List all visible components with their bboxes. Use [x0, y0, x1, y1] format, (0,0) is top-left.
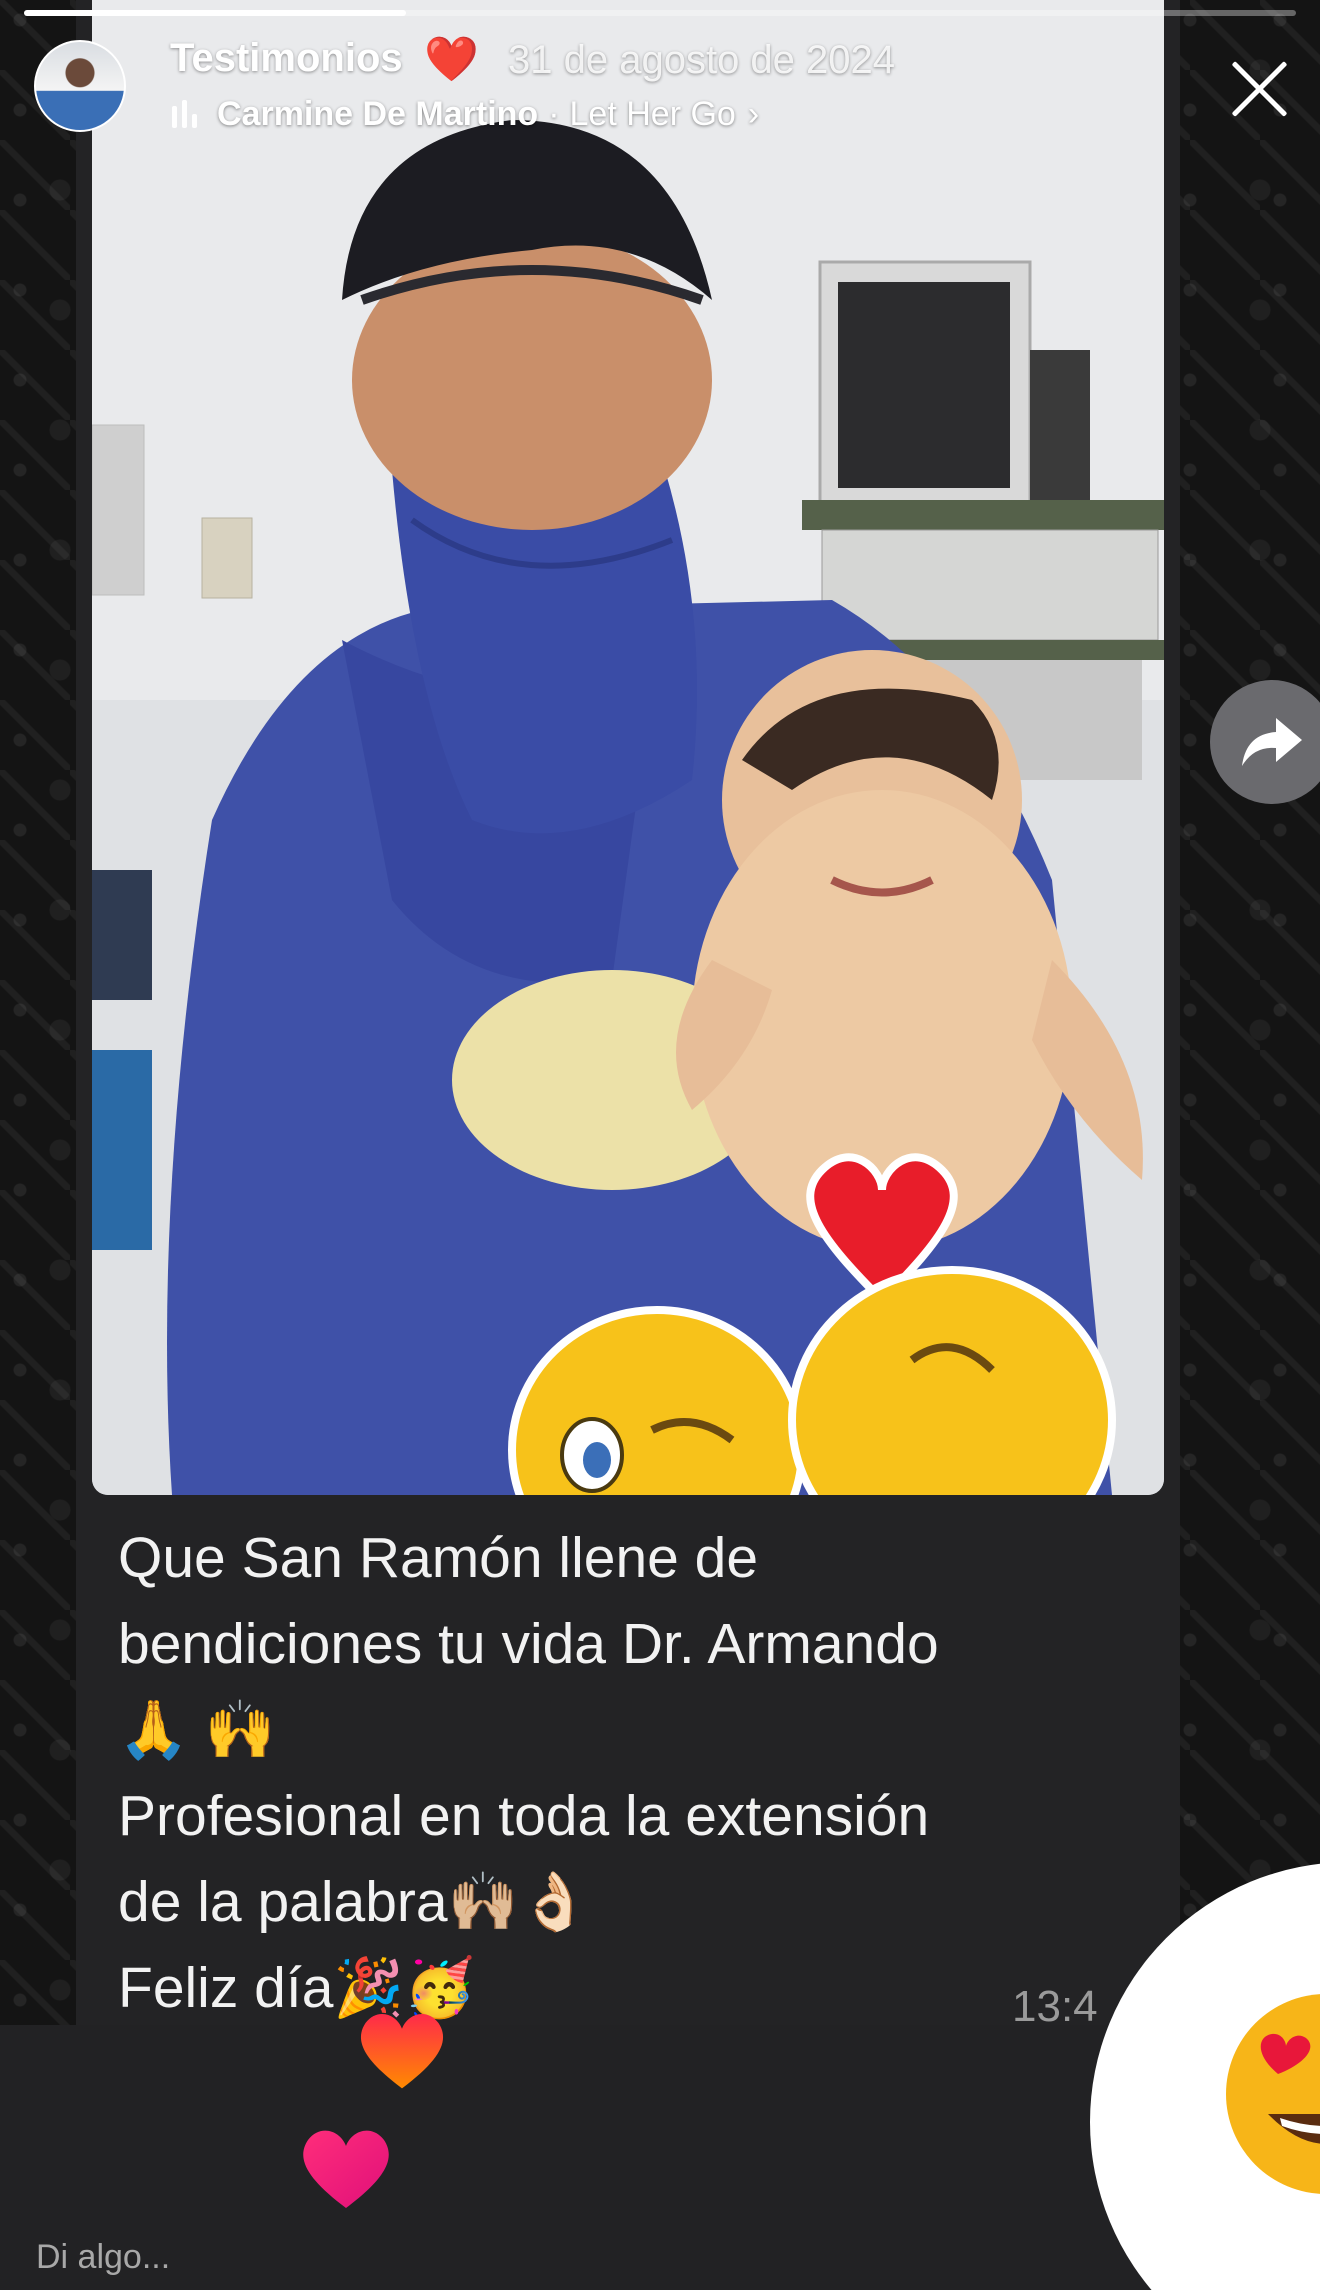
- story-viewer: Que San Ramón llene de bendiciones tu vi…: [0, 0, 1320, 2290]
- reply-input[interactable]: Di algo...: [36, 2238, 170, 2277]
- message-line: de la palabra🙌🏼👌🏻: [118, 1870, 590, 1934]
- message-line: Profesional en toda la extensión: [118, 1784, 930, 1848]
- story-progress-fill: [24, 10, 406, 16]
- message-text: Que San Ramón llene de bendiciones tu vi…: [118, 1515, 1118, 2031]
- story-date: 31 de agosto de 2024: [508, 38, 896, 82]
- story-progress-bar: [24, 10, 1296, 16]
- share-arrow-icon: [1242, 718, 1302, 766]
- message-photo[interactable]: [92, 0, 1164, 1495]
- chevron-right-icon: ›: [747, 94, 760, 133]
- heart-emoji: ❤️: [424, 35, 479, 84]
- message-line: bendiciones tu vida Dr. Armando: [118, 1612, 939, 1676]
- story-title[interactable]: Testimonios: [170, 36, 403, 81]
- music-attribution[interactable]: Carmine De Martino · Let Her Go ›: [172, 92, 759, 136]
- music-separator: ·: [548, 94, 560, 133]
- close-button[interactable]: [1224, 54, 1294, 124]
- avatar[interactable]: [34, 40, 126, 132]
- music-song: Let Her Go: [569, 94, 736, 133]
- floating-heart-icon: [360, 2014, 444, 2089]
- doctor-with-newborn-photo: [92, 0, 1164, 1495]
- message-line: Que San Ramón llene de: [118, 1526, 759, 1590]
- floating-heart-icon: [303, 2130, 389, 2208]
- message-line: Feliz día🎉🥳: [118, 1956, 476, 2020]
- message-line: 🙏 🙌: [118, 1698, 276, 1762]
- music-bars-icon: [172, 100, 197, 128]
- music-artist: Carmine De Martino: [217, 94, 539, 133]
- heart-eyes-emoji-icon: [1226, 1994, 1320, 2194]
